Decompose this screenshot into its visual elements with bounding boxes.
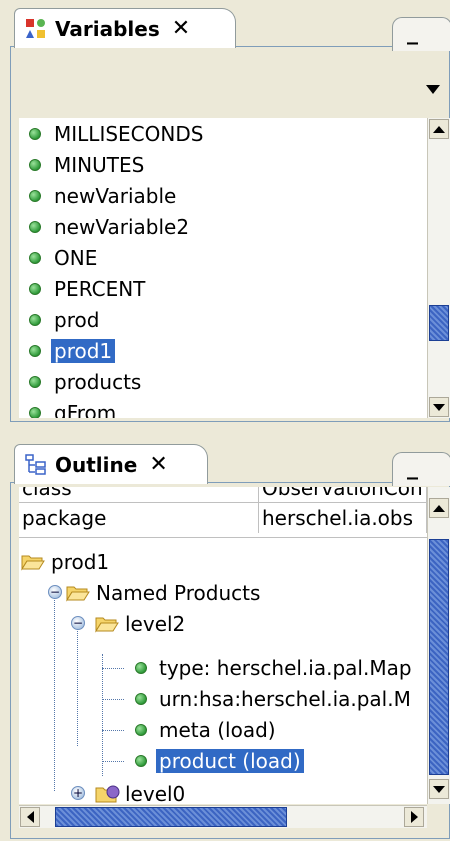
scroll-up-button[interactable] [429, 119, 449, 139]
tree-leaf-label: type: herschel.ia.pal.Map [159, 655, 412, 680]
minimize-tab[interactable]: _ [392, 452, 450, 486]
variables-vertical-scrollbar[interactable] [427, 118, 450, 418]
folder-open-icon [21, 555, 45, 571]
tree-node-named-products[interactable]: Named Products [19, 577, 427, 608]
list-item-selected[interactable]: prod1 [19, 335, 427, 366]
tree-leaf-label: urn:hsa:herschel.ia.pal.M [159, 686, 411, 711]
list-item-label: ONE [54, 245, 98, 270]
property-dot-icon [135, 692, 147, 705]
variable-dot-icon [29, 344, 41, 357]
close-icon[interactable]: ✕ [172, 16, 190, 41]
minimize-tab[interactable]: _ [392, 17, 450, 51]
arrow-down-icon [433, 403, 445, 411]
outline-vertical-scrollbar[interactable] [427, 487, 450, 804]
list-item[interactable]: MILLISECONDS [19, 118, 427, 149]
variables-view: Variables ✕ _ MILLISECONDS MINUTES newVa… [0, 0, 450, 430]
minimize-icon[interactable]: _ [407, 455, 420, 480]
list-item-label: newVariable2 [54, 214, 190, 239]
arrow-right-icon [410, 811, 418, 823]
arrow-left-icon [26, 811, 34, 823]
table-cell: class [19, 487, 259, 502]
tree-node-level2[interactable]: level2 [19, 608, 427, 639]
tree-node-label: Named Products [96, 580, 261, 605]
list-item-label: qFrom [54, 400, 117, 419]
folder-open-icon [66, 586, 90, 602]
list-item-label: prod [54, 307, 100, 332]
variables-list[interactable]: MILLISECONDS MINUTES newVariable newVari… [19, 118, 427, 418]
property-dot-icon [135, 723, 147, 736]
variables-icon [26, 18, 45, 38]
list-item[interactable]: products [19, 366, 427, 397]
outline-tab[interactable]: Outline ✕ [14, 444, 208, 484]
properties-table: class ObservationCon package herschel.ia… [19, 487, 427, 538]
variables-tab[interactable]: Variables ✕ [14, 8, 236, 48]
tree-node-label: prod1 [51, 549, 110, 574]
scroll-down-button[interactable] [429, 779, 449, 799]
variable-dot-icon [29, 282, 41, 295]
table-row[interactable]: class ObservationCon [19, 487, 427, 503]
view-menu-chevron-down-icon[interactable] [426, 85, 440, 94]
variable-dot-icon [29, 406, 41, 418]
outline-tab-title: Outline [55, 452, 138, 477]
table-cell: ObservationCon [259, 487, 427, 502]
tree-leaf[interactable]: meta (load) [19, 714, 427, 745]
variable-dot-icon [29, 313, 41, 326]
tree-leaf-selected[interactable]: product (load) [19, 745, 427, 776]
scroll-thumb[interactable] [429, 539, 449, 775]
scroll-left-button[interactable] [20, 807, 40, 827]
tree-leaf-label: meta (load) [159, 717, 276, 742]
variable-dot-icon [29, 251, 41, 264]
tree-leaf-label: product (load) [156, 748, 304, 773]
list-item[interactable]: newVariable [19, 180, 427, 211]
list-item[interactable]: newVariable2 [19, 211, 427, 242]
list-item-label: prod1 [51, 338, 116, 363]
list-item[interactable]: prod [19, 304, 427, 335]
minimize-icon[interactable]: _ [407, 20, 420, 45]
outline-horizontal-scrollbar[interactable] [19, 805, 427, 828]
arrow-down-icon [433, 785, 445, 793]
variable-dot-icon [29, 220, 41, 233]
tree-leaf[interactable]: type: herschel.ia.pal.Map [19, 652, 427, 683]
property-dot-icon [135, 754, 147, 767]
tree-leaf[interactable]: urn:hsa:herschel.ia.pal.M [19, 683, 427, 714]
table-cell: package [19, 503, 259, 533]
variables-tab-title: Variables [55, 16, 160, 41]
list-item[interactable]: MINUTES [19, 149, 427, 180]
list-item-label: PERCENT [54, 276, 146, 301]
outline-icon [25, 453, 46, 475]
tree-node-label: level0 [125, 781, 186, 805]
property-dot-icon [135, 661, 147, 674]
folder-open-icon [95, 617, 119, 633]
list-item-label: MILLISECONDS [54, 121, 204, 146]
list-item-label: products [54, 369, 142, 394]
variable-dot-icon [29, 375, 41, 388]
outline-view: Outline ✕ _ class ObservationCon package… [0, 430, 450, 841]
list-item[interactable]: PERCENT [19, 273, 427, 304]
table-cell: herschel.ia.obs [259, 503, 427, 533]
outline-tree[interactable]: prod1 − Named Products − level2 type: he… [19, 538, 427, 804]
variable-dot-icon [29, 127, 41, 140]
tree-node-root[interactable]: prod1 [19, 546, 427, 577]
close-icon[interactable]: ✕ [149, 452, 167, 477]
arrow-up-icon [433, 125, 445, 133]
variable-dot-icon [29, 189, 41, 202]
scroll-thumb[interactable] [429, 305, 449, 341]
list-item-label: MINUTES [54, 152, 145, 177]
table-row[interactable]: package herschel.ia.obs [19, 503, 427, 533]
list-item[interactable]: ONE [19, 242, 427, 273]
list-item[interactable]: qFrom [19, 397, 427, 418]
scroll-down-button[interactable] [429, 397, 449, 417]
tree-node-label: level2 [125, 611, 186, 636]
scroll-right-button[interactable] [404, 807, 424, 827]
arrow-up-icon [433, 504, 445, 512]
variable-dot-icon [29, 158, 41, 171]
list-item-label: newVariable [54, 183, 177, 208]
tree-node-level0[interactable]: level0 [19, 778, 427, 804]
scroll-up-button[interactable] [429, 498, 449, 518]
scroll-thumb[interactable] [55, 807, 287, 827]
product-folder-icon [95, 785, 120, 802]
